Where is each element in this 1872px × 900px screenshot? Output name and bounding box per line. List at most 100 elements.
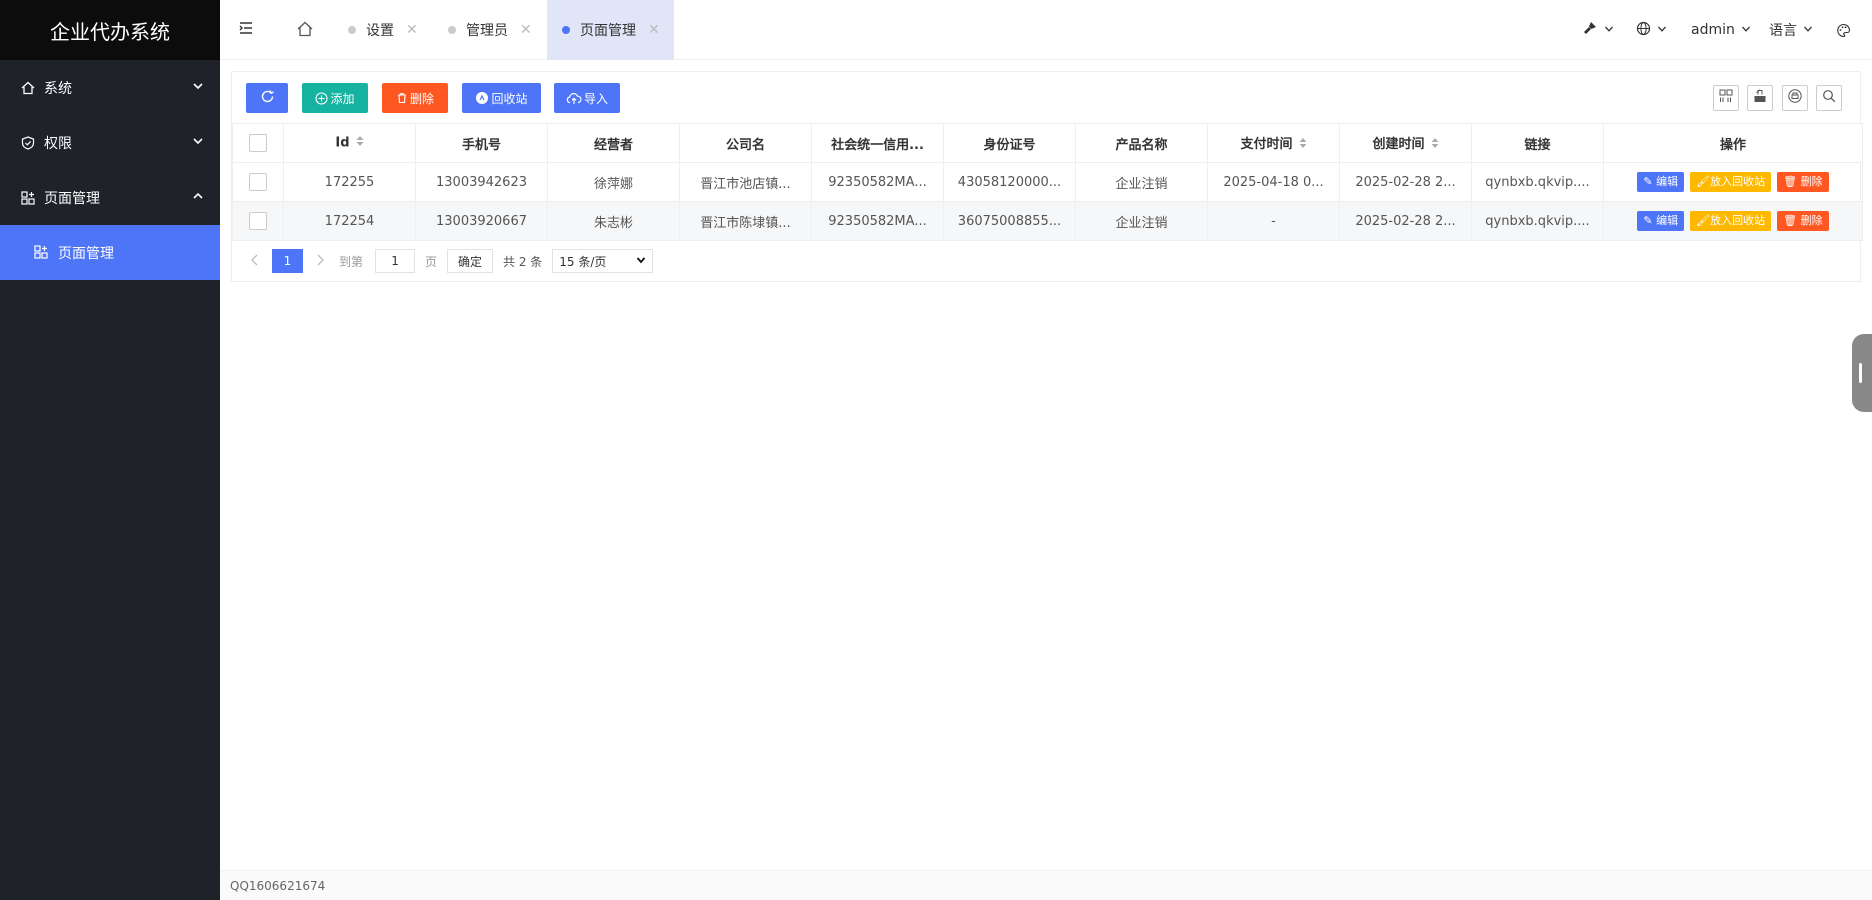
username: admin — [1691, 22, 1735, 38]
cell-pay-time: 2025-04-18 0... — [1207, 162, 1340, 202]
move-to-recycle-button[interactable]: 🖌放入回收站 — [1690, 211, 1772, 231]
export-icon — [1753, 89, 1767, 107]
chevron-down-icon — [1741, 22, 1751, 38]
close-icon[interactable]: ✕ — [520, 22, 532, 38]
cell-company: 晋江市池店镇... — [679, 162, 812, 202]
prev-page-icon[interactable] — [250, 254, 260, 269]
recycle-label: 回收站 — [491, 91, 528, 106]
chevron-down-icon — [192, 80, 204, 96]
column-header-id[interactable]: Id — [283, 123, 416, 163]
globe-icon — [1636, 21, 1651, 40]
sidebar-item-page-management[interactable]: 页面管理 — [0, 170, 220, 225]
home-icon[interactable] — [296, 20, 316, 40]
close-icon[interactable]: ✕ — [406, 22, 418, 38]
side-drawer-handle[interactable] — [1852, 334, 1872, 412]
cell-link[interactable]: qynbxb.qkvip.... — [1471, 201, 1604, 241]
columns-filter-button[interactable] — [1713, 85, 1739, 111]
row-delete-button[interactable]: 🗑 删除 — [1777, 211, 1829, 231]
cell-id-card: 36075008855... — [943, 201, 1076, 241]
cell-pay-time: - — [1207, 201, 1340, 241]
add-label: 添加 — [330, 91, 355, 106]
plus-circle-icon — [315, 91, 329, 105]
add-button[interactable]: 添加 — [302, 83, 368, 113]
row-select-cell — [232, 162, 284, 202]
edit-label: 编辑 — [1656, 214, 1679, 227]
tab-dot — [348, 26, 356, 34]
sidebar-item-permission[interactable]: 权限 — [0, 115, 220, 170]
sidebar-item-system[interactable]: 系统 — [0, 60, 220, 115]
cell-actions: ✎ 编辑 🖌放入回收站 🗑 删除 — [1603, 201, 1863, 241]
import-button[interactable]: 导入 — [554, 83, 620, 113]
columns-icon — [1719, 89, 1733, 107]
cell-id-card: 43058120000... — [943, 162, 1076, 202]
delete-action-label: 删除 — [1800, 175, 1823, 188]
delete-button[interactable]: 删除 — [382, 83, 448, 113]
refresh-button[interactable] — [246, 83, 288, 113]
cell-operator: 朱志彬 — [547, 201, 680, 241]
tab-settings[interactable]: 设置 ✕ — [348, 0, 418, 60]
sort-icon[interactable] — [356, 135, 364, 151]
search-button[interactable] — [1816, 85, 1842, 111]
column-header-company: 公司名 — [679, 123, 812, 163]
user-dropdown[interactable]: admin — [1691, 0, 1751, 60]
palette-icon[interactable] — [1836, 0, 1851, 60]
cell-credit-code: 92350582MA... — [811, 162, 944, 202]
edit-button[interactable]: ✎ 编辑 — [1637, 172, 1685, 192]
tab-label: 设置 — [366, 23, 394, 39]
tab-admins[interactable]: 管理员 ✕ — [448, 0, 532, 60]
app-title: 企业代办系统 — [0, 0, 220, 60]
sidebar-item-label: 页面管理 — [44, 190, 100, 207]
cell-operator: 徐萍娜 — [547, 162, 680, 202]
move-to-recycle-button[interactable]: 🖌放入回收站 — [1690, 172, 1772, 192]
sort-icon[interactable] — [1431, 137, 1439, 153]
language-dropdown[interactable]: 语言 — [1769, 0, 1813, 60]
menu-toggle-icon[interactable] — [238, 20, 258, 40]
page-size-value: 15 条/页 — [559, 254, 607, 269]
goto-page-input[interactable] — [375, 249, 416, 273]
column-header-phone: 手机号 — [415, 123, 548, 163]
row-delete-button[interactable]: 🗑 删除 — [1777, 172, 1829, 192]
sidebar-subitem-page-management[interactable]: 页面管理 — [0, 225, 220, 280]
trash-icon — [396, 92, 408, 104]
sort-icon[interactable] — [1299, 137, 1307, 153]
print-button[interactable] — [1782, 85, 1808, 111]
select-all-cell — [232, 123, 284, 163]
table-row: 172255 13003942623 徐萍娜 晋江市池店镇... 9235058… — [232, 162, 1863, 202]
column-label: Id — [335, 135, 350, 151]
language-globe-dropdown[interactable] — [1636, 0, 1667, 60]
delete-label: 删除 — [409, 91, 434, 106]
close-icon[interactable]: ✕ — [648, 22, 660, 38]
column-label: 创建时间 — [1372, 137, 1425, 153]
row-checkbox[interactable] — [249, 212, 267, 230]
edit-button[interactable]: ✎ 编辑 — [1637, 211, 1685, 231]
cell-link[interactable]: qynbxb.qkvip.... — [1471, 162, 1604, 202]
grid-icon — [20, 190, 36, 206]
footer: QQ1606621674 — [220, 870, 1872, 900]
tab-label: 管理员 — [466, 23, 508, 39]
column-header-create-time[interactable]: 创建时间 — [1339, 123, 1472, 163]
select-all-checkbox[interactable] — [249, 134, 267, 152]
recycle-action-label: 放入回收站 — [1710, 214, 1766, 227]
search-icon — [1822, 89, 1836, 107]
next-page-icon[interactable] — [315, 254, 325, 269]
shield-check-icon — [20, 135, 36, 151]
cell-phone: 13003920667 — [415, 201, 548, 241]
edit-label: 编辑 — [1656, 175, 1679, 188]
page-number-current[interactable]: 1 — [272, 249, 303, 273]
export-button[interactable] — [1747, 85, 1773, 111]
column-header-credit-code: 社会统一信用... — [811, 123, 944, 163]
recycle-bin-button[interactable]: 回收站 — [462, 83, 541, 113]
page-size-select[interactable]: 15 条/页 — [552, 249, 654, 273]
brush-icon — [1582, 20, 1598, 40]
cell-product: 企业注销 — [1075, 201, 1208, 241]
column-header-pay-time[interactable]: 支付时间 — [1207, 123, 1340, 163]
theme-dropdown[interactable] — [1582, 0, 1614, 60]
goto-confirm-button[interactable]: 确定 — [447, 249, 494, 273]
row-checkbox[interactable] — [249, 173, 267, 191]
chevron-down-icon — [1604, 22, 1614, 38]
column-header-actions: 操作 — [1603, 123, 1863, 163]
tab-page-management[interactable]: 页面管理 ✕ — [547, 0, 674, 60]
tab-label: 页面管理 — [580, 23, 636, 39]
column-header-id-card: 身份证号 — [943, 123, 1076, 163]
tab-dot — [562, 26, 570, 34]
